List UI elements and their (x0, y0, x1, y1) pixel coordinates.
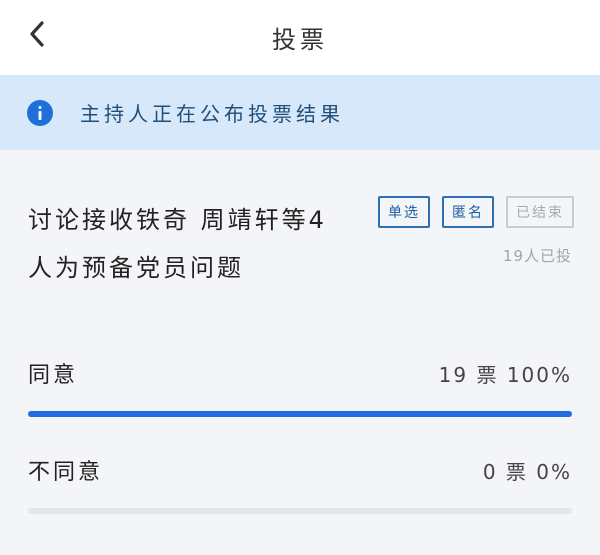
option-percent: 0% (536, 459, 572, 484)
page-title: 投票 (272, 26, 328, 54)
chevron-left-icon (30, 21, 44, 47)
notice-banner: 主持人正在公布投票结果 (0, 75, 600, 150)
option-percent: 100% (506, 362, 572, 387)
tag-single-choice: 单选 (378, 196, 430, 228)
poll-tags: 单选 匿名 已结束 (378, 196, 574, 228)
option-votes: 19 票 (438, 362, 499, 387)
tag-ended: 已结束 (506, 196, 574, 228)
option-label: 不同意 (28, 460, 104, 485)
poll-option-agree: 同意 19 票 100% (28, 357, 572, 417)
option-stats: 19 票 100% (439, 359, 572, 388)
back-button[interactable] (22, 16, 52, 52)
voted-count: 19人已投 (502, 247, 572, 265)
info-icon (27, 99, 53, 126)
option-stats: 0 票 0% (483, 456, 572, 485)
progress-bar-fill (28, 411, 572, 417)
progress-bar (28, 411, 572, 417)
progress-bar (28, 508, 572, 514)
option-label: 同意 (28, 363, 79, 388)
header: 投票 (0, 0, 600, 75)
poll-option-disagree: 不同意 0 票 0% (28, 454, 572, 514)
tag-anonymous: 匿名 (442, 196, 494, 228)
poll-question: 讨论接收铁奇 周靖轩等4人为预备党员问题 (28, 206, 327, 282)
notice-text: 主持人正在公布投票结果 (80, 102, 344, 126)
option-votes: 0 票 (482, 459, 528, 484)
